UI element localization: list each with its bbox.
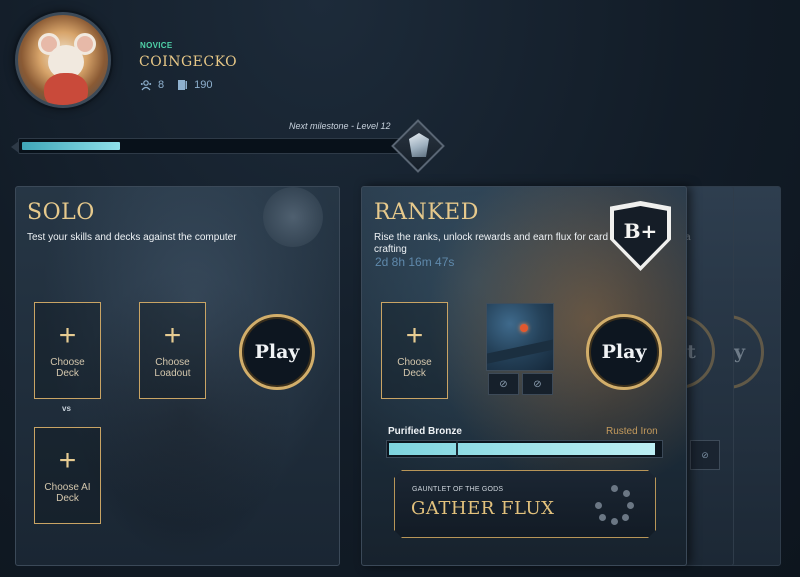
stat-cards: 190 (176, 79, 212, 91)
stat-friends: 8 (140, 79, 164, 91)
choose-loadout-slot[interactable]: + Choose Loadout (139, 302, 206, 399)
friends-icon (140, 80, 152, 91)
solo-description: Test your skills and decks against the c… (27, 232, 237, 243)
choose-loadout-label: Choose Loadout (154, 356, 191, 379)
solo-play-button[interactable]: Play (239, 314, 315, 390)
board-map-thumbnail[interactable] (486, 303, 554, 371)
ranked-play-button[interactable]: Play (586, 314, 662, 390)
versus-label: vs (62, 404, 71, 413)
plus-icon: + (163, 318, 182, 352)
player-rank: NOVICE (140, 41, 173, 50)
choose-deck-label: Choose Deck (50, 356, 85, 379)
choose-ai-deck-slot[interactable]: + Choose AI Deck (34, 427, 101, 524)
rank-grade: B+ (623, 219, 658, 243)
ranked-description: Rise the ranks, unlock rewards and earn … (374, 232, 608, 255)
choose-ai-deck-label: Choose AI Deck (44, 481, 91, 504)
player-name: COINGECKO (139, 54, 238, 70)
player-stats: 8 190 (140, 79, 212, 91)
cards-icon (178, 80, 188, 90)
gather-flux-subtitle: GAUNTLET OF THE GODS (412, 486, 504, 493)
back-play-glyph-1: t (687, 341, 696, 363)
plus-icon: + (58, 318, 77, 352)
season-countdown: 2d 8h 16m 47s (375, 255, 455, 269)
level-progress-fill (22, 142, 120, 150)
choose-deck-slot[interactable]: + Choose Deck (34, 302, 101, 399)
player-avatar[interactable] (15, 12, 111, 108)
board-option-button-2[interactable]: ⊘ (522, 373, 553, 395)
solo-play-label: Play (254, 341, 300, 363)
avatar-body (44, 73, 88, 105)
next-tier-label: Rusted Iron (606, 426, 658, 437)
map-marker-icon (520, 324, 528, 332)
level-progress-bar (11, 138, 418, 154)
loading-spinner-icon (595, 485, 635, 525)
ranked-title: RANKED (374, 200, 479, 225)
tier-progress-marker (456, 441, 458, 457)
eye-off-icon[interactable]: ⊘ (690, 440, 720, 470)
plus-icon: + (58, 443, 77, 477)
tier-progress-bar (386, 440, 663, 458)
plus-icon: + (405, 318, 424, 352)
milestone-text: Next milestone - Level 12 (289, 121, 391, 131)
gather-flux-title: GATHER FLUX (411, 498, 555, 519)
ranked-choose-deck-slot[interactable]: + Choose Deck (381, 302, 448, 399)
current-tier-label: Purified Bronze (388, 426, 462, 437)
board-option-button-1[interactable]: ⊘ (488, 373, 519, 395)
ranked-play-label: Play (601, 341, 647, 363)
gather-flux-button[interactable]: GAUNTLET OF THE GODS GATHER FLUX (394, 470, 656, 538)
stat-friends-value: 8 (158, 79, 165, 91)
ranked-choose-deck-label: Choose Deck (397, 356, 432, 379)
stat-cards-value: 190 (194, 79, 213, 91)
tier-progress-fill (389, 443, 655, 455)
map-ridge (487, 337, 553, 365)
back-play-glyph-2: y (734, 341, 746, 363)
solo-title: SOLO (27, 200, 95, 225)
